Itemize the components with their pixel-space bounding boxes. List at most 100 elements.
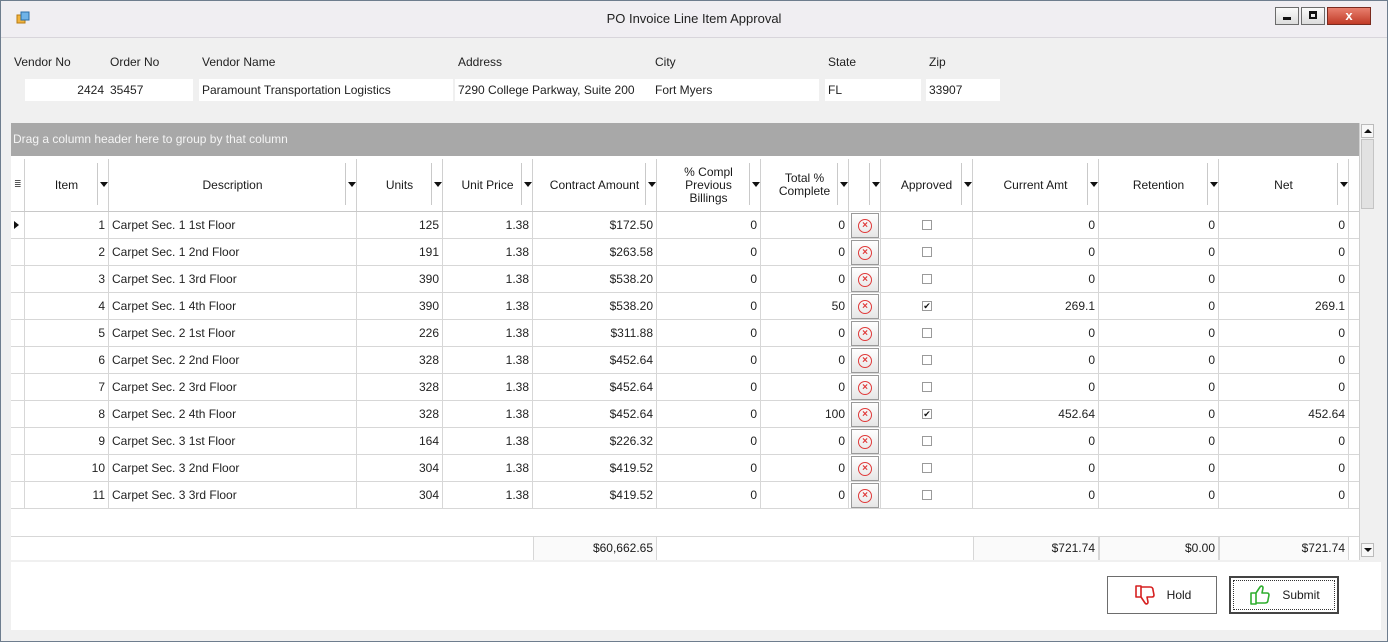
row-selector[interactable] bbox=[11, 374, 25, 400]
scroll-up-icon[interactable] bbox=[1361, 124, 1374, 138]
approved-checkbox[interactable] bbox=[922, 328, 932, 338]
table-row[interactable]: 9 Carpet Sec. 3 1st Floor 164 1.38 $226.32 0 0… bbox=[11, 428, 1359, 455]
submit-button[interactable]: Submit bbox=[1229, 576, 1339, 614]
reject-button[interactable]: × bbox=[851, 483, 879, 508]
current-amt-cell[interactable]: 0 bbox=[973, 320, 1099, 346]
reject-button[interactable]: × bbox=[851, 429, 879, 454]
table-row[interactable]: 7 Carpet Sec. 2 3rd Floor 328 1.38 $452.64 0 0… bbox=[11, 374, 1359, 401]
filter-dropdown-icon[interactable] bbox=[749, 163, 760, 205]
total-complete-cell[interactable]: 0 bbox=[761, 347, 849, 373]
scroll-thumb[interactable] bbox=[1361, 139, 1374, 209]
filter-dropdown-icon[interactable] bbox=[345, 163, 356, 205]
reject-button[interactable]: × bbox=[851, 267, 879, 292]
reject-button[interactable]: × bbox=[851, 348, 879, 373]
group-by-panel[interactable]: Drag a column header here to group by th… bbox=[11, 123, 1359, 156]
current-amt-cell[interactable]: 0 bbox=[973, 212, 1099, 238]
table-row[interactable]: 6 Carpet Sec. 2 2nd Floor 328 1.38 $452.64 0 0… bbox=[11, 347, 1359, 374]
total-complete-cell[interactable]: 0 bbox=[761, 455, 849, 481]
reject-button[interactable]: × bbox=[851, 402, 879, 427]
filter-dropdown-icon[interactable] bbox=[521, 163, 532, 205]
minimize-button[interactable] bbox=[1275, 7, 1299, 25]
retention-cell[interactable]: 0 bbox=[1099, 428, 1219, 454]
column-header-net[interactable]: Net bbox=[1219, 159, 1349, 211]
row-selector[interactable] bbox=[11, 455, 25, 481]
row-selector[interactable] bbox=[11, 347, 25, 373]
filter-dropdown-icon[interactable] bbox=[1207, 163, 1218, 205]
state-field[interactable]: FL bbox=[825, 79, 921, 101]
vendor-no-field[interactable]: 2424 bbox=[25, 79, 107, 101]
reject-button[interactable]: × bbox=[851, 240, 879, 265]
order-no-field[interactable]: 35457 bbox=[107, 79, 193, 101]
filter-dropdown-icon[interactable] bbox=[1337, 163, 1348, 205]
hold-button[interactable]: Hold bbox=[1107, 576, 1217, 614]
retention-cell[interactable]: 0 bbox=[1099, 266, 1219, 292]
current-amt-cell[interactable]: 452.64 bbox=[973, 401, 1099, 427]
retention-cell[interactable]: 0 bbox=[1099, 374, 1219, 400]
table-row[interactable]: 1 Carpet Sec. 1 1st Floor 125 1.38 $172.50 0 0… bbox=[11, 212, 1359, 239]
reject-button[interactable]: × bbox=[851, 375, 879, 400]
retention-cell[interactable]: 0 bbox=[1099, 320, 1219, 346]
retention-cell[interactable]: 0 bbox=[1099, 347, 1219, 373]
row-selector[interactable] bbox=[11, 212, 25, 238]
close-button[interactable]: x bbox=[1327, 7, 1371, 25]
retention-cell[interactable]: 0 bbox=[1099, 212, 1219, 238]
approved-checkbox[interactable] bbox=[922, 382, 932, 392]
row-selector[interactable] bbox=[11, 239, 25, 265]
table-row[interactable]: 3 Carpet Sec. 1 3rd Floor 390 1.38 $538.20 0 0… bbox=[11, 266, 1359, 293]
column-header-retention[interactable]: Retention bbox=[1099, 159, 1219, 211]
approved-checkbox[interactable] bbox=[922, 436, 932, 446]
vertical-scrollbar[interactable] bbox=[1359, 123, 1375, 560]
approved-checkbox[interactable] bbox=[922, 355, 932, 365]
zip-field[interactable]: 33907 bbox=[926, 79, 1000, 101]
current-amt-cell[interactable]: 0 bbox=[973, 374, 1099, 400]
current-amt-cell[interactable]: 269.1 bbox=[973, 293, 1099, 319]
row-selector[interactable] bbox=[11, 482, 25, 508]
approved-checkbox[interactable] bbox=[922, 490, 932, 500]
retention-cell[interactable]: 0 bbox=[1099, 239, 1219, 265]
total-complete-cell[interactable]: 0 bbox=[761, 374, 849, 400]
column-header-units[interactable]: Units bbox=[357, 159, 443, 211]
column-chooser-button[interactable]: ≣ bbox=[11, 159, 25, 211]
column-header-reject[interactable] bbox=[849, 159, 881, 211]
filter-dropdown-icon[interactable] bbox=[961, 163, 972, 205]
column-header-description[interactable]: Description bbox=[109, 159, 357, 211]
row-selector[interactable] bbox=[11, 266, 25, 292]
filter-dropdown-icon[interactable] bbox=[97, 163, 108, 205]
total-complete-cell[interactable]: 0 bbox=[761, 266, 849, 292]
approved-checkbox[interactable]: ✔ bbox=[922, 301, 932, 311]
current-amt-cell[interactable]: 0 bbox=[973, 482, 1099, 508]
current-amt-cell[interactable]: 0 bbox=[973, 347, 1099, 373]
approved-checkbox[interactable] bbox=[922, 463, 932, 473]
approved-checkbox[interactable] bbox=[922, 247, 932, 257]
maximize-button[interactable] bbox=[1301, 7, 1325, 25]
reject-button[interactable]: × bbox=[851, 321, 879, 346]
approved-checkbox[interactable]: ✔ bbox=[922, 409, 932, 419]
table-row[interactable]: 5 Carpet Sec. 2 1st Floor 226 1.38 $311.88 0 0… bbox=[11, 320, 1359, 347]
table-row[interactable]: 11 Carpet Sec. 3 3rd Floor 304 1.38 $419.52 0… bbox=[11, 482, 1359, 509]
total-complete-cell[interactable]: 100 bbox=[761, 401, 849, 427]
total-complete-cell[interactable]: 0 bbox=[761, 212, 849, 238]
total-complete-cell[interactable]: 0 bbox=[761, 482, 849, 508]
filter-dropdown-icon[interactable] bbox=[837, 163, 848, 205]
approved-checkbox[interactable] bbox=[922, 220, 932, 230]
row-selector[interactable] bbox=[11, 293, 25, 319]
filter-dropdown-icon[interactable] bbox=[869, 163, 880, 205]
total-complete-cell[interactable]: 0 bbox=[761, 428, 849, 454]
column-header-item[interactable]: Item bbox=[25, 159, 109, 211]
current-amt-cell[interactable]: 0 bbox=[973, 239, 1099, 265]
column-header-current-amt[interactable]: Current Amt bbox=[973, 159, 1099, 211]
total-complete-cell[interactable]: 0 bbox=[761, 320, 849, 346]
address-field[interactable]: 7290 College Parkway, Suite 200 bbox=[455, 79, 652, 101]
column-header-unit-price[interactable]: Unit Price bbox=[443, 159, 533, 211]
current-amt-cell[interactable]: 0 bbox=[973, 455, 1099, 481]
table-row[interactable]: 10 Carpet Sec. 3 2nd Floor 304 1.38 $419.52 0… bbox=[11, 455, 1359, 482]
retention-cell[interactable]: 0 bbox=[1099, 482, 1219, 508]
filter-dropdown-icon[interactable] bbox=[1087, 163, 1098, 205]
current-amt-cell[interactable]: 0 bbox=[973, 266, 1099, 292]
total-complete-cell[interactable]: 50 bbox=[761, 293, 849, 319]
vendor-name-field[interactable]: Paramount Transportation Logistics bbox=[199, 79, 453, 101]
reject-button[interactable]: × bbox=[851, 294, 879, 319]
column-header-contract-amount[interactable]: Contract Amount bbox=[533, 159, 657, 211]
row-selector[interactable] bbox=[11, 320, 25, 346]
approved-checkbox[interactable] bbox=[922, 274, 932, 284]
